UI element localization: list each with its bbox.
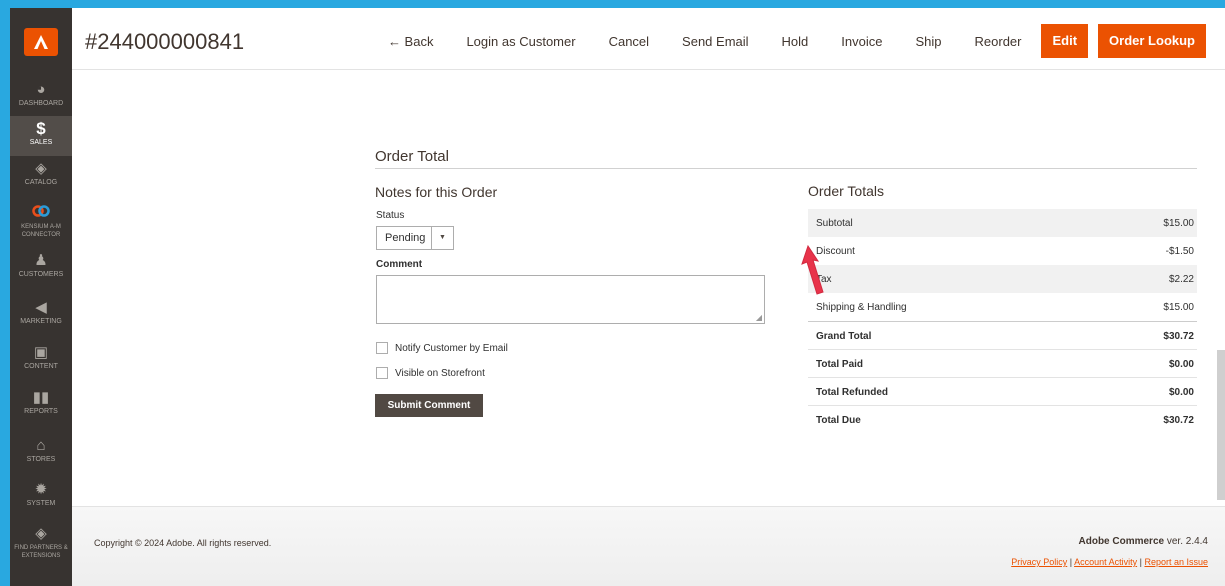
totals-row-total-refunded: Total Refunded $0.00 — [808, 377, 1197, 405]
magento-logo[interactable] — [24, 28, 58, 56]
edit-button[interactable]: Edit — [1041, 24, 1089, 58]
order-actions-toolbar: ← Back Login as Customer Cancel Send Ema… — [388, 24, 1206, 58]
connector-icon — [10, 205, 72, 221]
bar-chart-icon: ▮▮ — [32, 389, 50, 406]
admin-sidebar: ◕ DASHBOARD $ SALES ◈ CATALOG KENSIUM A-… — [10, 8, 72, 586]
hold-button[interactable]: Hold — [782, 34, 809, 49]
order-lookup-button[interactable]: Order Lookup — [1098, 24, 1206, 58]
sidebar-item-catalog[interactable]: ◈ CATALOG — [10, 161, 72, 191]
comment-label: Comment — [376, 259, 423, 270]
totals-row-tax: Tax $2.22 — [808, 265, 1197, 293]
copyright-text: Copyright © 2024 Adobe. All rights reser… — [94, 538, 272, 548]
totals-row-subtotal: Subtotal $15.00 — [808, 209, 1197, 237]
comment-textarea[interactable]: ◢ — [376, 275, 765, 324]
resize-grip-icon[interactable]: ◢ — [756, 313, 762, 322]
order-totals-title: Order Totals — [808, 183, 884, 199]
status-select-value: Pending — [385, 232, 426, 244]
sidebar-item-customers[interactable]: ♟ CUSTOMERS — [10, 253, 72, 283]
page-header: #244000000841 ← Back Login as Customer C… — [72, 8, 1225, 70]
gear-icon: ✹ — [34, 481, 48, 498]
section-title-order-total: Order Total — [375, 148, 449, 165]
privacy-policy-link[interactable]: Privacy Policy — [1011, 557, 1067, 567]
sidebar-item-dashboard[interactable]: ◕ DASHBOARD — [10, 82, 72, 112]
submit-comment-button[interactable]: Submit Comment — [375, 394, 483, 417]
notify-customer-label: Notify Customer by Email — [395, 343, 508, 354]
report-issue-link[interactable]: Report an Issue — [1144, 557, 1208, 567]
sidebar-item-find-partners[interactable]: ◈ FIND PARTNERS & EXTENSIONS — [10, 526, 72, 566]
box-icon: ◈ — [35, 525, 47, 542]
chevron-down-icon: ▼ — [431, 227, 453, 249]
cancel-button[interactable]: Cancel — [609, 34, 649, 49]
scrollbar-thumb[interactable] — [1217, 350, 1225, 500]
order-totals-table: Subtotal $15.00 Discount -$1.50 Tax $2.2… — [808, 209, 1197, 433]
megaphone-icon: ◀ — [35, 299, 47, 316]
annotation-arrow-icon — [801, 244, 824, 295]
totals-row-total-due: Total Due $30.72 — [808, 405, 1197, 433]
dashboard-icon: ◕ — [36, 81, 46, 98]
footer-links: Privacy Policy | Account Activity | Repo… — [1011, 557, 1208, 567]
notes-title: Notes for this Order — [375, 184, 498, 200]
version-info: Adobe Commerce ver. 2.4.4 — [1078, 536, 1209, 547]
page-scrollbar[interactable] — [1217, 70, 1225, 506]
adobe-logo-icon — [34, 35, 48, 49]
status-label: Status — [376, 210, 405, 221]
store-icon: ⌂ — [36, 437, 46, 454]
person-icon: ♟ — [34, 252, 48, 269]
sidebar-item-stores[interactable]: ⌂ STORES — [10, 438, 72, 468]
section-divider — [375, 168, 1197, 169]
dollar-icon: $ — [36, 119, 46, 138]
sidebar-item-sales[interactable]: $ SALES — [10, 116, 72, 156]
account-activity-link[interactable]: Account Activity — [1074, 557, 1137, 567]
login-as-customer-button[interactable]: Login as Customer — [466, 34, 575, 49]
page-footer: Copyright © 2024 Adobe. All rights reser… — [72, 506, 1225, 586]
totals-row-total-paid: Total Paid $0.00 — [808, 349, 1197, 377]
invoice-button[interactable]: Invoice — [841, 34, 882, 49]
visible-on-storefront-label: Visible on Storefront — [395, 368, 485, 379]
reorder-button[interactable]: Reorder — [975, 34, 1022, 49]
notify-customer-checkbox[interactable] — [376, 342, 388, 354]
cube-icon: ◈ — [35, 160, 47, 177]
ship-button[interactable]: Ship — [915, 34, 941, 49]
totals-row-grand-total: Grand Total $30.72 — [808, 321, 1197, 349]
sidebar-item-system[interactable]: ✹ SYSTEM — [10, 482, 72, 512]
back-button[interactable]: ← Back — [388, 34, 434, 49]
totals-row-shipping: Shipping & Handling $15.00 — [816, 302, 1194, 313]
page-title: #244000000841 — [85, 29, 245, 54]
visible-on-storefront-checkbox[interactable] — [376, 367, 388, 379]
send-email-button[interactable]: Send Email — [682, 34, 748, 49]
sidebar-item-marketing[interactable]: ◀ MARKETING — [10, 300, 72, 330]
sidebar-item-kensium-connector[interactable]: KENSIUM A-M CONNECTOR — [10, 205, 72, 245]
status-select[interactable]: Pending ▼ — [376, 226, 454, 250]
browser-frame: ◕ DASHBOARD $ SALES ◈ CATALOG KENSIUM A-… — [10, 8, 1225, 586]
sidebar-item-reports[interactable]: ▮▮ REPORTS — [10, 390, 72, 420]
totals-row-discount: Discount -$1.50 — [816, 246, 1194, 257]
layout-icon: ▣ — [33, 344, 49, 361]
sidebar-item-content[interactable]: ▣ CONTENT — [10, 345, 72, 375]
